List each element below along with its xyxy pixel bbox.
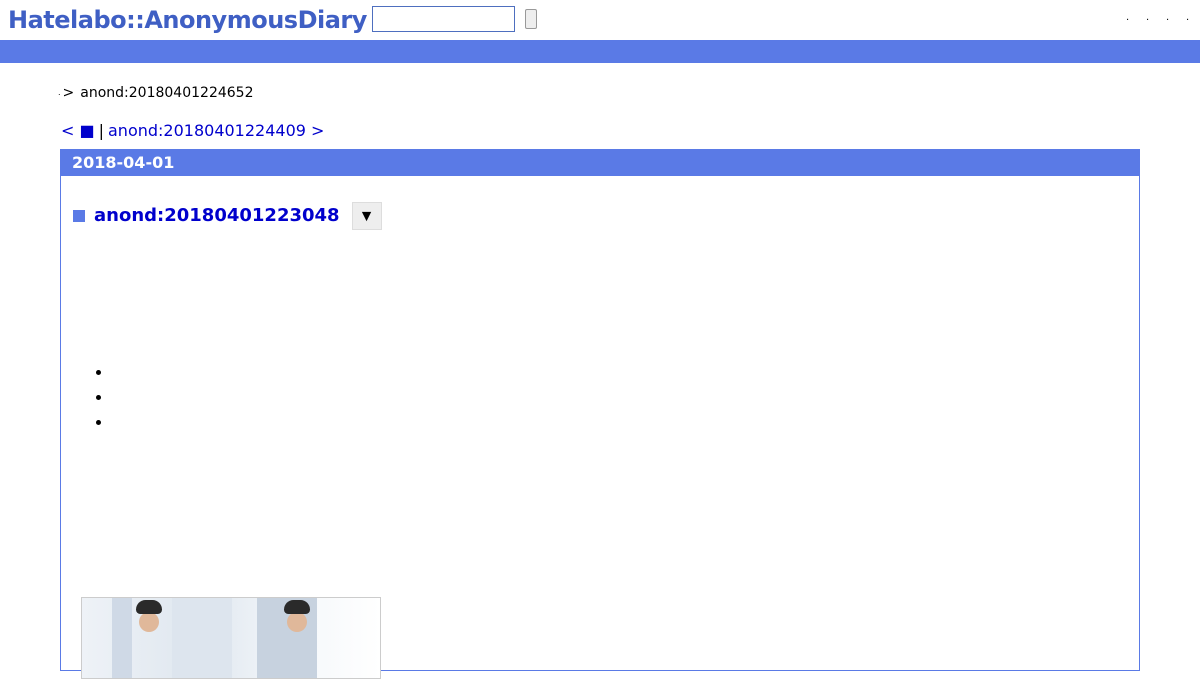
caret-down-icon: ▼ bbox=[358, 208, 375, 225]
photo-person-hair bbox=[136, 600, 162, 614]
pager-divider: | bbox=[98, 121, 104, 140]
photo-person-face bbox=[139, 612, 159, 632]
header-link[interactable]: . bbox=[1166, 12, 1170, 24]
entry-photo[interactable] bbox=[81, 597, 381, 679]
entry-pager: < ■ | anond:20180401224409 > bbox=[61, 121, 324, 141]
search-button[interactable] bbox=[525, 9, 537, 29]
breadcrumb-separator: > bbox=[62, 85, 75, 101]
breadcrumb-home[interactable]: . bbox=[58, 88, 61, 97]
header-band bbox=[0, 40, 1200, 63]
header-link[interactable]: . bbox=[1146, 12, 1150, 24]
photo-window bbox=[172, 598, 232, 678]
site-logo[interactable]: Hatelabo::AnonymousDiary bbox=[8, 4, 367, 36]
square-icon[interactable] bbox=[73, 210, 85, 222]
day-header: 2018-04-01 bbox=[61, 150, 1139, 176]
entry-title: anond:20180401223048 ▼ bbox=[71, 202, 382, 230]
breadcrumb-current: anond:20180401224652 bbox=[80, 85, 254, 101]
entry-bullet-list bbox=[61, 360, 109, 435]
photo-person-hair bbox=[284, 600, 310, 614]
header-link[interactable]: . bbox=[1126, 12, 1130, 24]
day-date-link[interactable]: 2018-04-01 bbox=[72, 153, 174, 172]
photo-window bbox=[112, 598, 132, 678]
site-header: Hatelabo::AnonymousDiary . . . . bbox=[0, 0, 1200, 40]
header-link[interactable]: . bbox=[1186, 12, 1190, 24]
photo-person-face bbox=[287, 612, 307, 632]
header-links: . . . . bbox=[1126, 12, 1190, 24]
day-section: 2018-04-01 anond:20180401223048 ▼ bbox=[60, 149, 1140, 679]
entry-menu-button[interactable]: ▼ bbox=[351, 202, 382, 230]
entry-title-link[interactable]: anond:20180401223048 bbox=[94, 204, 340, 228]
search-input[interactable] bbox=[372, 6, 515, 32]
next-entry-link[interactable]: anond:20180401224409 > bbox=[108, 121, 324, 140]
prev-entry-link[interactable]: < ■ bbox=[61, 121, 95, 140]
breadcrumb: . > anond:20180401224652 bbox=[58, 84, 253, 102]
